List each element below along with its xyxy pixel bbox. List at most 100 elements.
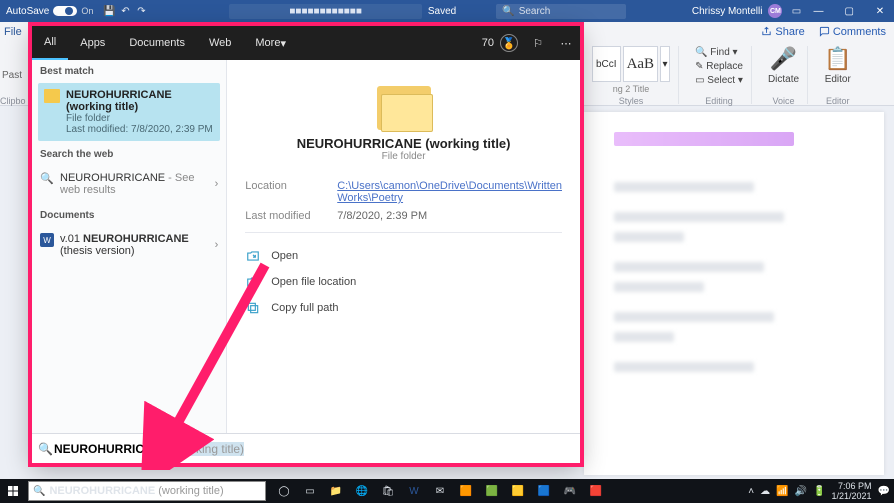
panel-search-echo[interactable]: 🔍 NEUROHURRICANE (working title)	[32, 433, 580, 463]
document-page[interactable]	[584, 112, 884, 475]
editor-group-label: Editor	[816, 96, 859, 106]
document-title: ■■■■■■■■■■■■	[229, 4, 421, 19]
taskbar-search-completion: (working title)	[155, 485, 223, 497]
feedback-icon[interactable]: ⚐	[524, 37, 552, 50]
tab-web[interactable]: Web	[197, 26, 243, 60]
mail-icon[interactable]: ✉	[428, 486, 452, 497]
user-account[interactable]: Chrissy Montelli CM	[692, 4, 783, 18]
chevron-right-icon: ›	[215, 239, 219, 251]
tab-documents[interactable]: Documents	[117, 26, 197, 60]
copy-icon	[245, 300, 261, 316]
tab-all[interactable]: All	[32, 26, 68, 60]
store-icon[interactable]: 🛍	[376, 486, 400, 497]
maximize-button[interactable]: ▢	[835, 6, 863, 17]
ribbon-options-icon[interactable]: ▭	[788, 6, 804, 17]
edge-icon[interactable]: 🌐	[350, 486, 374, 497]
app-1-icon[interactable]: 🟧	[454, 486, 478, 497]
app-2-icon[interactable]: 🟩	[480, 486, 504, 497]
panel-more-icon[interactable]: ⋯	[552, 37, 580, 50]
wifi-icon[interactable]: 📶	[776, 486, 788, 497]
paste-button-hint[interactable]: Past	[2, 70, 22, 81]
autosave-label: AutoSave	[6, 6, 49, 17]
location-label: Location	[245, 180, 337, 204]
windows-taskbar: 🔍 NEUROHURRICANE (working title) ◯ ▭ 📁 🌐…	[0, 479, 894, 503]
search-filter-tabs: All Apps Documents Web More ▾ 70 🏅 ⚐ ⋯	[32, 26, 580, 60]
voice-group: 🎤 Dictate Voice	[760, 46, 808, 104]
rewards-points[interactable]: 70 🏅	[482, 34, 518, 52]
best-match-type: File folder	[66, 113, 214, 124]
open-location-icon	[245, 274, 261, 290]
close-button[interactable]: ✕	[866, 6, 894, 17]
notifications-icon[interactable]: 💬	[878, 486, 890, 497]
styles-more-icon[interactable]: ▾	[660, 46, 670, 82]
action-copy-path[interactable]: Copy full path	[245, 295, 562, 321]
clock[interactable]: 7:06 PM 1/21/2021	[832, 481, 872, 501]
select-button[interactable]: ▭ Select ▾	[695, 74, 743, 88]
volume-icon[interactable]: 🔊	[795, 486, 807, 497]
word-icon[interactable]: W	[402, 486, 426, 497]
location-value[interactable]: C:\Users\camon\OneDrive\Documents\Writte…	[337, 180, 562, 204]
comments-button[interactable]: Comments	[819, 26, 886, 38]
chevron-right-icon: ›	[215, 178, 219, 190]
open-icon	[245, 248, 261, 264]
editor-group: 📋 Editor Editor	[816, 46, 859, 104]
style-heading2[interactable]: bCcI	[592, 46, 621, 82]
web-result[interactable]: 🔍 NEUROHURRICANE - See web results ›	[32, 164, 226, 204]
save-icon[interactable]: 💾	[101, 6, 117, 17]
style-title[interactable]: AaB	[623, 46, 659, 82]
last-modified-value: 7/8/2020, 2:39 PM	[337, 210, 562, 222]
title-search[interactable]: 🔍 Search	[496, 4, 626, 19]
doc-result-prefix: v.01	[60, 233, 83, 245]
preview-type: File folder	[245, 151, 562, 162]
explorer-icon[interactable]: 📁	[324, 486, 348, 497]
action-open-location[interactable]: Open file location	[245, 269, 562, 295]
editing-group: 🔍 Find ▾ ✎ Replace ▭ Select ▾ Editing	[687, 46, 752, 104]
dictate-button[interactable]: Dictate	[768, 74, 799, 85]
best-match-result[interactable]: NEUROHURRICANE (working title) File fold…	[38, 83, 220, 141]
app-5-icon[interactable]: 🟥	[584, 486, 608, 497]
styles-captions: ng 2 Title	[592, 84, 670, 94]
search-icon: 🔍	[38, 442, 54, 456]
replace-button[interactable]: ✎ Replace	[695, 60, 743, 74]
taskbar-pinned-apps: ◯ ▭ 📁 🌐 🛍 W ✉ 🟧 🟩 🟨 🟦 🎮 🟥	[272, 486, 608, 497]
minimize-button[interactable]: —	[804, 6, 832, 17]
highlighted-text	[614, 132, 794, 146]
task-view-icon[interactable]: ▭	[298, 486, 322, 497]
discord-icon[interactable]: 🎮	[558, 486, 582, 497]
window-controls: — ▢ ✕	[804, 6, 894, 17]
app-3-icon[interactable]: 🟨	[506, 486, 530, 497]
cortana-icon[interactable]: ◯	[272, 486, 296, 497]
tab-more[interactable]: More ▾	[243, 26, 298, 60]
user-name: Chrissy Montelli	[692, 6, 763, 17]
tab-apps[interactable]: Apps	[68, 26, 117, 60]
autosave-switch-icon[interactable]	[53, 6, 77, 16]
folder-icon	[377, 86, 431, 130]
find-button[interactable]: 🔍 Find ▾	[695, 46, 743, 60]
action-open[interactable]: Open	[245, 243, 562, 269]
autosave-state: On	[81, 6, 93, 16]
onedrive-icon[interactable]: ☁	[760, 486, 770, 497]
undo-icon[interactable]: ↶	[117, 6, 133, 17]
document-result[interactable]: W v.01 NEUROHURRICANE (thesis version) ›	[32, 225, 226, 265]
battery-icon[interactable]: 🔋	[813, 486, 825, 497]
last-modified-label: Last modified	[245, 210, 337, 222]
editor-icon[interactable]: 📋	[824, 46, 851, 72]
share-button[interactable]: Share	[761, 26, 804, 38]
editor-button[interactable]: Editor	[824, 74, 851, 85]
doc-result-suffix: (thesis version)	[60, 245, 135, 257]
redo-icon[interactable]: ↷	[133, 6, 149, 17]
taskbar-search[interactable]: 🔍 NEUROHURRICANE (working title)	[28, 481, 266, 501]
autosave-toggle[interactable]: AutoSave On	[6, 6, 93, 17]
web-result-query: NEUROHURRICANE	[60, 172, 165, 184]
ribbon-tab-file[interactable]: File	[4, 26, 22, 38]
tray-overflow-icon[interactable]: ˄	[748, 486, 754, 497]
system-tray: ˄ ☁ 📶 🔊 🔋 7:06 PM 1/21/2021 💬	[748, 481, 894, 501]
best-match-modified: Last modified: 7/8/2020, 2:39 PM	[66, 124, 214, 135]
title-search-placeholder: Search	[519, 6, 551, 17]
app-4-icon[interactable]: 🟦	[532, 486, 556, 497]
start-button[interactable]	[0, 479, 26, 503]
taskbar-search-value: NEUROHURRICANE	[49, 485, 155, 497]
doc-result-bold: NEUROHURRICANE	[83, 233, 189, 245]
styles-group-label: Styles	[584, 96, 678, 106]
dictate-icon[interactable]: 🎤	[768, 46, 799, 72]
